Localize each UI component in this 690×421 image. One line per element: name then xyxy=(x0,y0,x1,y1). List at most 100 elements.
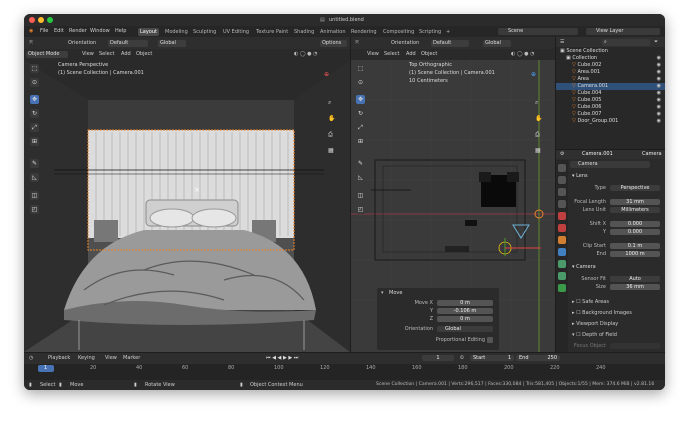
right-zoom-icon[interactable]: ⌕ xyxy=(535,100,538,106)
playback-controls-icons[interactable]: ⏮ ◀ ◀ ▶ ▶ ⏭ xyxy=(266,356,298,361)
select-box-tool[interactable]: ⬚ xyxy=(30,64,39,73)
left-menu-view[interactable]: View xyxy=(82,52,94,57)
right-transform-tool[interactable]: ⊞ xyxy=(356,137,365,146)
object-mode-dropdown[interactable]: Object Mode xyxy=(26,51,68,58)
visibility-eye-icon[interactable]: ◉ xyxy=(657,76,661,83)
timeline-ruler[interactable]: 1 20 40 60 80 100 120 140 160 180 200 220 240 xyxy=(24,364,665,380)
outliner-filter-icon[interactable]: ⏷ xyxy=(654,40,658,45)
tab-modeling[interactable]: Modeling xyxy=(163,28,190,36)
right-menu-view[interactable]: View xyxy=(367,52,379,57)
properties-editor-icon[interactable]: ⚙ xyxy=(560,152,564,157)
transform-tool[interactable]: ⊞ xyxy=(30,137,39,146)
visibility-eye-icon[interactable]: ◉ xyxy=(657,111,661,118)
right-move-tool[interactable]: ✥ xyxy=(356,95,365,104)
clip-start-field[interactable]: 0.1 m xyxy=(610,243,660,249)
right-rotate-tool[interactable]: ↻ xyxy=(356,109,365,118)
add-cube-tool[interactable]: ◫ xyxy=(30,191,39,200)
visibility-eye-icon[interactable]: ◉ xyxy=(657,62,661,69)
outliner-item[interactable]: ▽ Cube.007 ◉ xyxy=(556,111,665,118)
minimize-window-icon[interactable] xyxy=(38,17,44,23)
outliner-item[interactable]: ▽ Camera.001 ◉ xyxy=(556,83,665,90)
right-nav-gizmo[interactable]: ⊕ xyxy=(531,72,536,78)
left-menu-select[interactable]: Select xyxy=(99,52,114,57)
outliner-item[interactable]: ▽ Door_Group.001 ◉ xyxy=(556,118,665,125)
left-grid-icon[interactable]: ▦ xyxy=(328,148,334,154)
left-zoom-icon[interactable]: ⌕ xyxy=(328,100,331,106)
timeline-menu-keying[interactable]: Keying xyxy=(78,356,95,361)
move-tool[interactable]: ✥ xyxy=(30,95,39,104)
right-scale-tool[interactable]: ⤢ xyxy=(356,123,365,132)
left-pan-icon[interactable]: ✋ xyxy=(328,116,335,122)
menu-file[interactable]: File xyxy=(40,29,48,34)
right-viewport[interactable]: Top Orthographic (1) Scene Collection | … xyxy=(351,60,555,352)
visibility-eye-icon[interactable]: ◉ xyxy=(657,104,661,111)
right-measure-tool[interactable]: ◺ xyxy=(356,173,365,182)
focal-length-field[interactable]: 31 mm xyxy=(610,199,660,205)
tab-uv-editing[interactable]: UV Editing xyxy=(221,28,251,36)
tab-scripting[interactable]: Scripting xyxy=(417,28,443,36)
camera-type-dropdown[interactable]: Perspective xyxy=(610,185,660,191)
outliner-item[interactable]: ▽ Cube.002 ◉ xyxy=(556,62,665,69)
physics-properties-tab[interactable] xyxy=(558,260,566,268)
zoom-window-icon[interactable] xyxy=(47,17,53,23)
focus-object-field[interactable] xyxy=(610,343,660,349)
left-shading-icons[interactable]: ◐ ◯ ● ◔ xyxy=(294,52,317,57)
outliner-scene-collection[interactable]: ▣ Scene Collection xyxy=(556,48,665,55)
outliner-item[interactable]: ▣ Collection ◉ xyxy=(556,55,665,62)
blender-logo-icon[interactable]: ◉ xyxy=(29,29,33,34)
right-shading-icons[interactable]: ◐ ◯ ● ◔ xyxy=(511,52,534,57)
safe-areas-section[interactable]: ▸ ☐ Safe Areas xyxy=(572,300,609,305)
viewport-display-section[interactable]: ▸ Viewport Display xyxy=(572,322,618,327)
lens-unit-dropdown[interactable]: Millimeters xyxy=(610,207,660,213)
measure-tool[interactable]: ◺ xyxy=(30,173,39,182)
camera-datablock-field[interactable]: Camera xyxy=(570,161,650,168)
scale-tool[interactable]: ⤢ xyxy=(30,123,39,132)
extra-tool[interactable]: ◰ xyxy=(30,205,39,214)
tab-animation[interactable]: Animation xyxy=(318,28,348,36)
rotate-tool[interactable]: ↻ xyxy=(30,109,39,118)
clip-end-field[interactable]: 1000 m xyxy=(610,251,660,257)
frame-start-field[interactable]: Start 1 xyxy=(470,355,514,361)
output-properties-tab[interactable] xyxy=(558,188,566,196)
tab-shading[interactable]: Shading xyxy=(292,28,316,36)
move-panel-collapse-icon[interactable]: ▾ xyxy=(381,291,384,296)
outliner-item[interactable]: ▽ Cube.006 ◉ xyxy=(556,104,665,111)
menu-render[interactable]: Render xyxy=(69,29,87,34)
left-menu-add[interactable]: Add xyxy=(121,52,131,57)
proportional-editing-checkbox[interactable] xyxy=(487,337,493,343)
timeline-editor-icon[interactable]: ◷ xyxy=(29,356,33,361)
right-add-cube-tool[interactable]: ◫ xyxy=(356,191,365,200)
shift-x-field[interactable]: 0.000 xyxy=(610,221,660,227)
orientation-default-dropdown[interactable]: Default xyxy=(108,40,148,47)
right-extra-tool[interactable]: ◰ xyxy=(356,205,365,214)
depth-of-field-section[interactable]: ▾ ☐ Depth of Field xyxy=(572,333,617,338)
preview-range-icon[interactable]: ⏲ xyxy=(460,356,464,361)
transform-global-dropdown[interactable]: Global xyxy=(158,40,186,47)
menu-window[interactable]: Window xyxy=(90,29,110,34)
outliner-editor-icon[interactable]: ☰ xyxy=(560,40,564,45)
frame-end-field[interactable]: End 250 xyxy=(516,355,560,361)
right-transform-global-dropdown[interactable]: Global xyxy=(483,40,511,47)
tab-layout[interactable]: Layout xyxy=(138,28,159,36)
outliner-item[interactable]: ▽ Area ◉ xyxy=(556,76,665,83)
right-orientation-default-dropdown[interactable]: Default xyxy=(431,40,469,47)
move-x-field[interactable]: 0 m xyxy=(437,300,493,306)
right-grid-icon[interactable]: ▦ xyxy=(535,148,541,154)
move-z-field[interactable]: 0 m xyxy=(437,316,493,322)
move-orientation-dropdown[interactable]: Global xyxy=(437,326,493,332)
left-nav-gizmo[interactable]: ⊕ xyxy=(324,72,329,78)
right-camera-icon[interactable]: ⎙ xyxy=(535,132,540,138)
shift-y-field[interactable]: 0.000 xyxy=(610,229,660,235)
right-annotate-tool[interactable]: ✎ xyxy=(356,159,365,168)
sensor-size-field[interactable]: 36 mm xyxy=(610,284,660,290)
modifier-properties-tab[interactable] xyxy=(558,248,566,256)
background-images-section[interactable]: ▸ ☐ Background Images xyxy=(572,311,632,316)
tab-texture-paint[interactable]: Texture Paint xyxy=(254,28,290,36)
tab-compositing[interactable]: Compositing xyxy=(381,28,416,36)
visibility-eye-icon[interactable]: ◉ xyxy=(657,90,661,97)
right-tool-cursor-icon[interactable]: ⤧ xyxy=(355,41,359,46)
close-window-icon[interactable] xyxy=(29,17,35,23)
render-properties-tab[interactable] xyxy=(558,176,566,184)
visibility-eye-icon[interactable]: ◉ xyxy=(657,83,661,90)
menu-edit[interactable]: Edit xyxy=(54,29,64,34)
